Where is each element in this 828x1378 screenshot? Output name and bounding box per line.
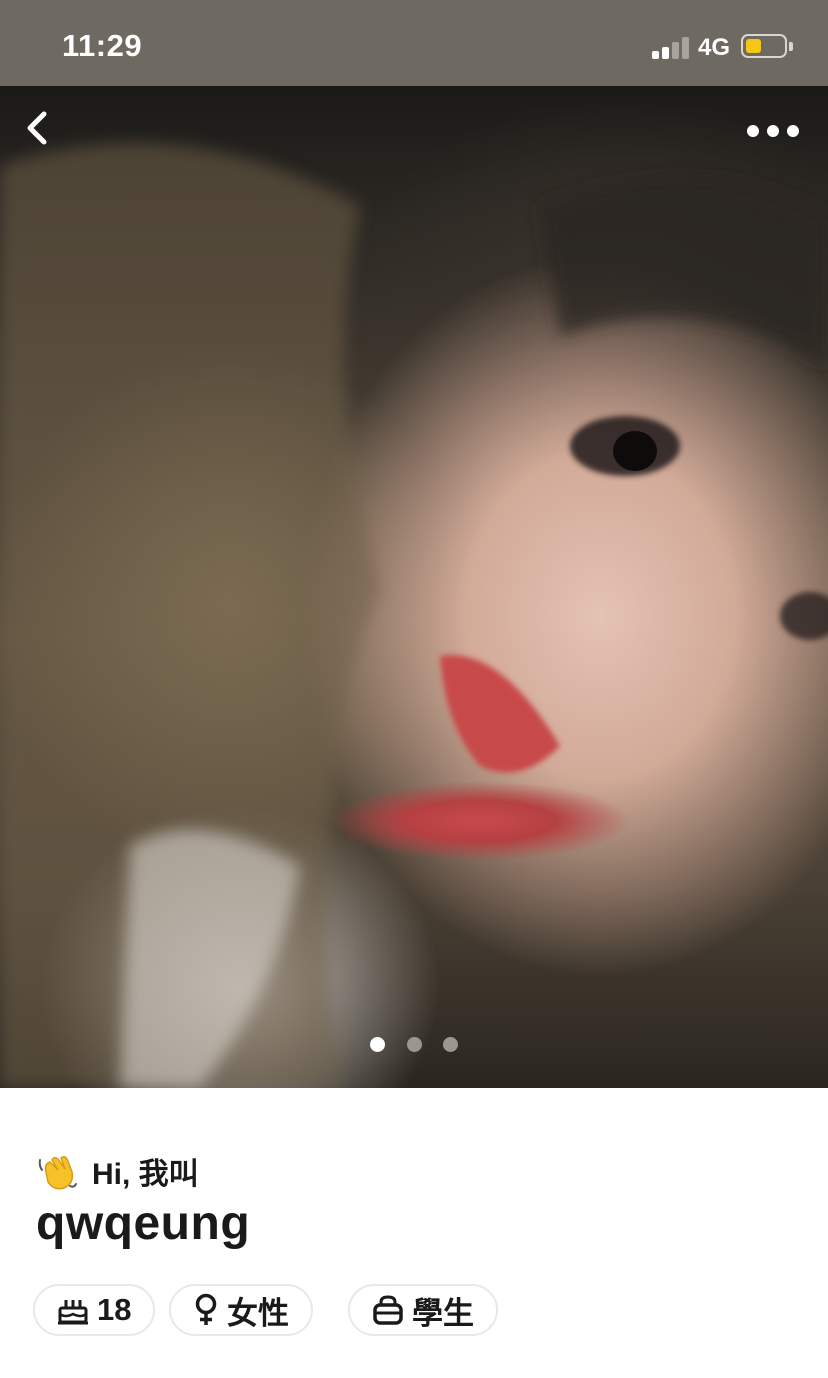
battery-tip: [789, 42, 793, 51]
more-horizontal-icon: [767, 125, 779, 137]
occupation-label: 學生: [412, 1295, 474, 1331]
age-tag: 18: [33, 1284, 156, 1336]
username: qwqeung: [36, 1197, 251, 1250]
more-options-button[interactable]: [744, 118, 804, 142]
female-icon: [195, 1293, 217, 1325]
more-horizontal-icon: [747, 125, 759, 137]
chevron-left-icon: [27, 111, 47, 145]
age-label: 18: [97, 1292, 132, 1327]
profile-photo[interactable]: [0, 86, 828, 1088]
photo-illustration: [0, 143, 828, 1088]
greeting: Hi, 我叫: [36, 1150, 199, 1192]
pagination-dot[interactable]: [443, 1037, 458, 1052]
bag-icon: [373, 1295, 403, 1325]
back-button[interactable]: [22, 108, 52, 148]
status-bar: 11:29 4G: [0, 0, 828, 86]
more-horizontal-icon: [787, 125, 799, 137]
network-type: 4G: [698, 34, 731, 61]
status-time: 11:29: [62, 28, 143, 63]
gender-label: 女性: [227, 1295, 289, 1331]
pagination-dot[interactable]: [407, 1037, 422, 1052]
gender-tag: 女性: [169, 1284, 313, 1336]
waving-hand-icon: [38, 1155, 77, 1190]
occupation-tag: 學生: [348, 1284, 498, 1336]
greeting-text: Hi, 我叫: [92, 1158, 199, 1191]
pagination-dot[interactable]: [370, 1037, 385, 1052]
signal-strength-icon: [652, 37, 690, 59]
battery-level: [746, 39, 761, 53]
birthday-cake-icon: [58, 1300, 88, 1325]
photo-pagination: [370, 1037, 460, 1053]
battery-icon: [741, 34, 787, 58]
